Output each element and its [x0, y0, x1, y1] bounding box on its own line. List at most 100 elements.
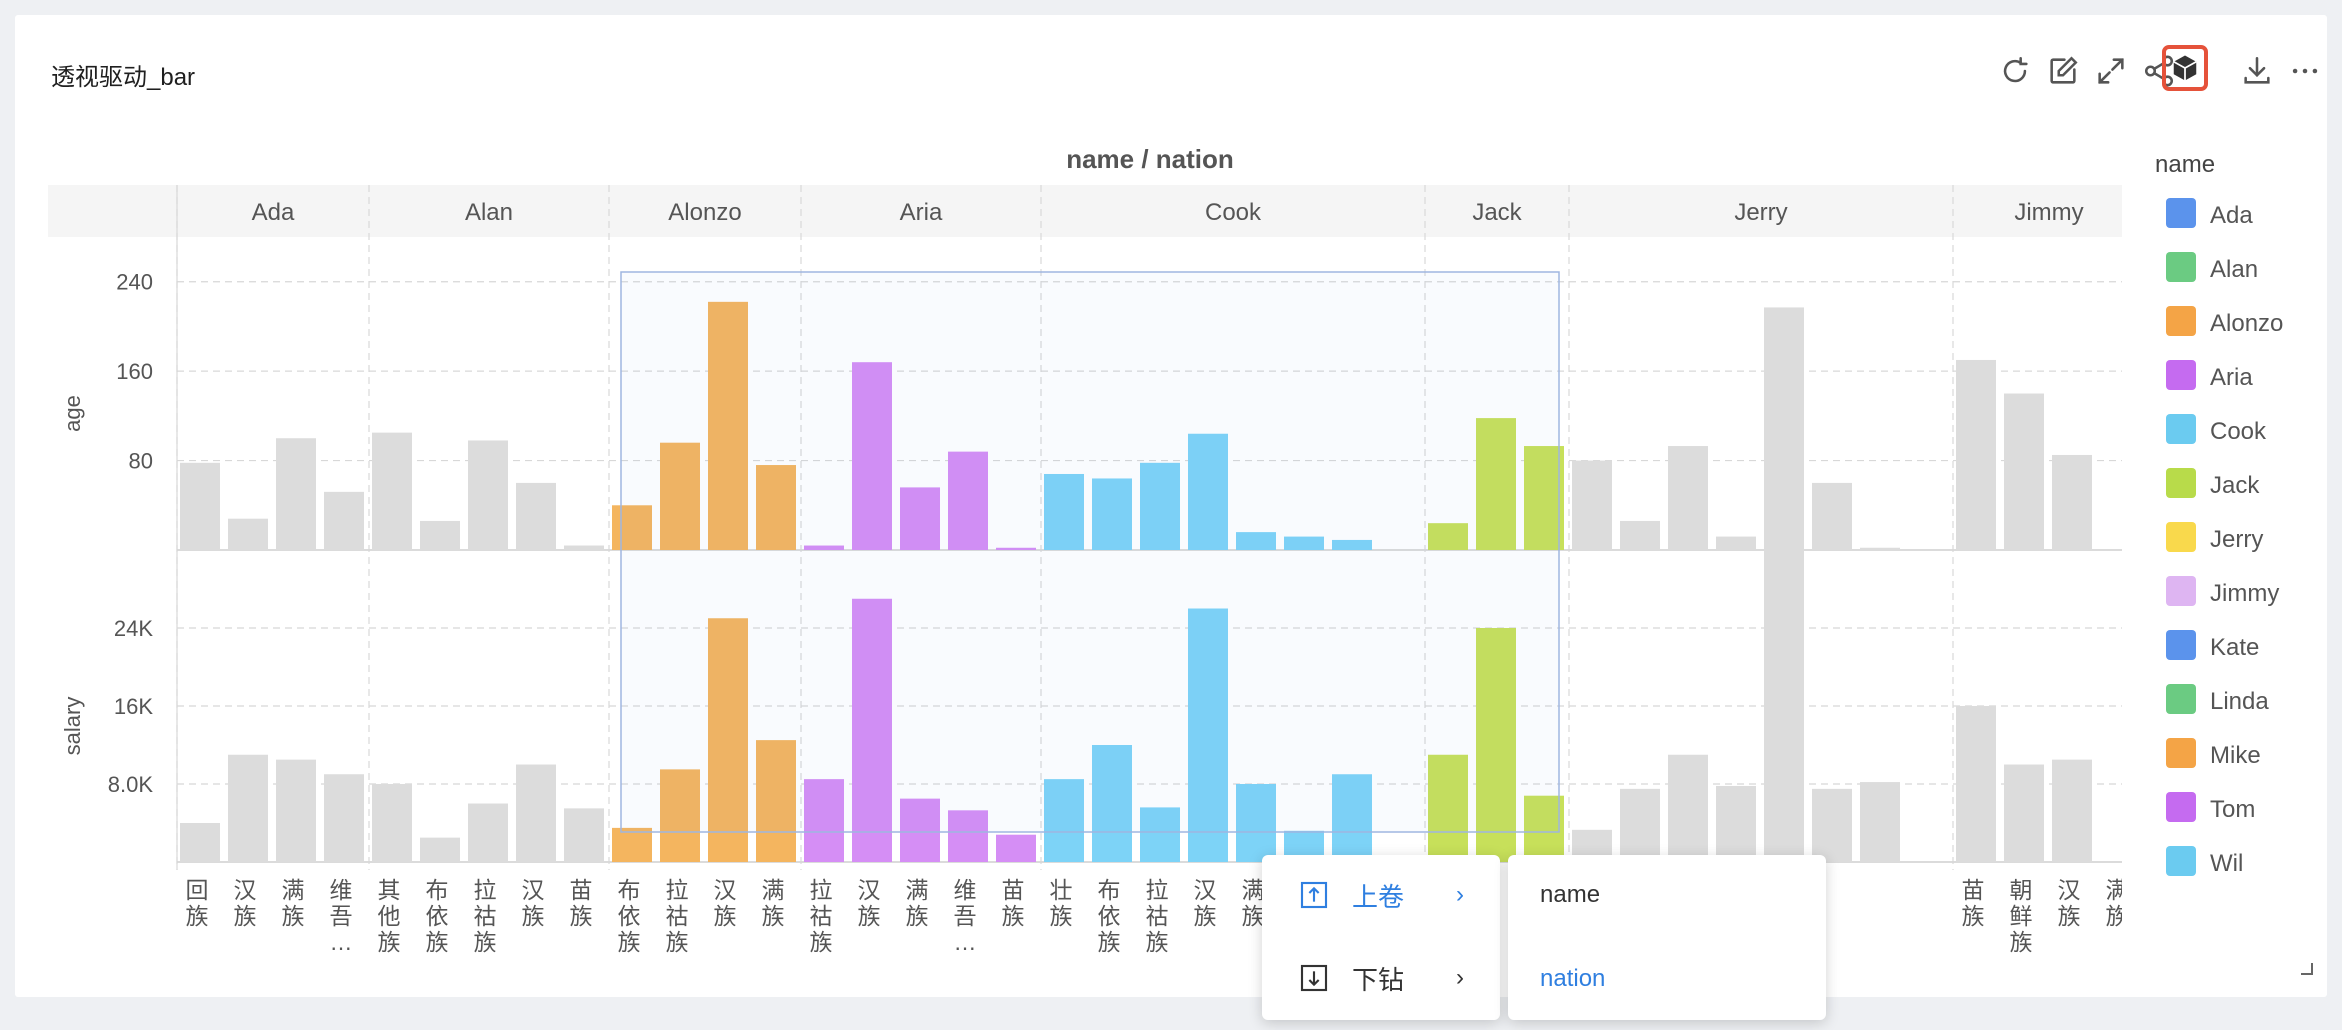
- row-axis-label: age: [60, 395, 85, 432]
- legend-swatch: [2166, 846, 2196, 876]
- chart-main-title: name / nation: [1066, 144, 1234, 174]
- bar: [468, 440, 508, 550]
- y-tick-label: 160: [116, 359, 153, 384]
- bar: [516, 764, 556, 862]
- x-tick-label: 布依族: [618, 877, 641, 955]
- x-tick-label: 其他族: [378, 877, 401, 955]
- bar: [1572, 460, 1612, 550]
- bar: [996, 834, 1036, 862]
- x-tick-label: 苗族: [1962, 877, 1985, 929]
- legend-item-label: Cook: [2210, 418, 2267, 445]
- bar: [1668, 446, 1708, 550]
- bar: [228, 754, 268, 862]
- legend-item-label: Alan: [2210, 256, 2258, 283]
- bar: [372, 784, 412, 862]
- submenu-item-name[interactable]: name: [1508, 867, 1826, 923]
- submenu-item-nation[interactable]: nation: [1508, 951, 1826, 1007]
- bar: [516, 482, 556, 550]
- x-tick-label: 拉祜族: [810, 877, 833, 955]
- x-tick-label: 维吾…: [954, 877, 977, 955]
- legend-swatch: [2166, 414, 2196, 444]
- legend-swatch: [2166, 630, 2196, 660]
- x-tick-label: 拉祜族: [666, 877, 689, 955]
- bar: [1620, 788, 1660, 862]
- column-header-label: Jimmy: [2014, 199, 2083, 226]
- x-tick-label: 汉族: [234, 877, 257, 929]
- row-axis-label: salary: [60, 697, 85, 756]
- bar: [1860, 782, 1900, 862]
- legend-item-label: Wil: [2210, 850, 2243, 877]
- bar: [180, 823, 220, 862]
- bar: [612, 827, 652, 862]
- x-tick-label: 满族: [762, 877, 785, 929]
- x-tick-label: 满族: [2106, 877, 2129, 929]
- legend-item-label: Jimmy: [2210, 580, 2279, 607]
- legend-swatch: [2166, 198, 2196, 228]
- bar: [420, 520, 460, 550]
- bar: [1812, 482, 1852, 550]
- legend-item-label: Aria: [2210, 364, 2253, 391]
- legend-swatch: [2166, 576, 2196, 606]
- legend: name Ada Alan Alonzo Aria Cook Jack Jerry Jimmy K…: [2155, 151, 2283, 877]
- legend-item-label: Jack: [2210, 472, 2260, 499]
- bar: [1716, 785, 1756, 862]
- bar: [1812, 788, 1852, 862]
- x-tick-label: 满族: [282, 877, 305, 929]
- legend-item-label: Ada: [2210, 202, 2253, 229]
- x-tick-label: 汉族: [1194, 877, 1217, 929]
- bar: [2004, 764, 2044, 862]
- bar: [564, 808, 604, 862]
- legend-swatch: [2166, 252, 2196, 282]
- column-header-label: Jerry: [1734, 199, 1787, 226]
- context-menu: 上卷 › 下钻 ›: [1262, 855, 1500, 1020]
- bar: [324, 491, 364, 550]
- menu-item-rollup-label: 上卷: [1352, 881, 1405, 912]
- menu-item-rollup[interactable]: 上卷 ›: [1262, 865, 1500, 925]
- column-header-label: Aria: [900, 199, 943, 226]
- rollup-icon: [1300, 881, 1328, 909]
- legend-item-label: Jerry: [2210, 526, 2263, 553]
- x-tick-label: 汉族: [714, 877, 737, 929]
- x-tick-label: 壮族: [1050, 877, 1073, 929]
- x-tick-label: 回族: [186, 877, 209, 929]
- legend-item-label: Linda: [2210, 688, 2269, 715]
- x-tick-label: 维吾…: [330, 877, 353, 955]
- bar: [1620, 520, 1660, 550]
- y-tick-label: 16K: [114, 694, 153, 719]
- menu-item-drilldown[interactable]: 下钻 ›: [1262, 948, 1500, 1008]
- y-tick-label: 80: [129, 449, 153, 474]
- x-tick-label: 满族: [906, 877, 929, 929]
- legend-item-label: Alonzo: [2210, 310, 2283, 337]
- legend-swatch: [2166, 792, 2196, 822]
- bar: [324, 774, 364, 862]
- bar: [1956, 706, 1996, 862]
- bar: [180, 462, 220, 550]
- bar: [276, 759, 316, 862]
- legend-swatch: [2166, 360, 2196, 390]
- column-header-band: [48, 185, 2122, 237]
- legend-swatch: [2166, 468, 2196, 498]
- bar: [276, 438, 316, 550]
- menu-item-drilldown-label: 下钻: [1352, 964, 1405, 995]
- x-tick-label: 布依族: [426, 877, 449, 955]
- x-tick-label: 拉祜族: [2250, 877, 2273, 955]
- plot-area: Ada回族汉族满族维吾…Alan其他族布依族拉祜族汉族苗族Alonzo布依族拉祜…: [176, 185, 2273, 955]
- x-tick-label: 汉族: [522, 877, 545, 929]
- pivot-bar-chart: name / nationAda回族汉族满族维吾…Alan其他族布依族拉祜族汉族…: [48, 144, 2283, 955]
- bar: [372, 432, 412, 550]
- legend-swatch: [2166, 522, 2196, 552]
- bar: [2052, 454, 2092, 550]
- chevron-right-icon: ›: [1456, 964, 1464, 991]
- x-tick-label: 拉祜族: [1146, 877, 1169, 955]
- x-tick-label: 汉族: [2058, 877, 2081, 929]
- x-tick-label: 布依族: [2202, 877, 2225, 955]
- column-header-label: Jack: [1472, 199, 1522, 226]
- x-tick-label: 苗族: [570, 877, 593, 929]
- bar: [1764, 307, 1804, 550]
- bar: [564, 545, 604, 550]
- legend-item-label: Kate: [2210, 634, 2259, 661]
- bar: [1956, 359, 1996, 550]
- bar: [1764, 550, 1804, 862]
- brush-selection: [620, 271, 1560, 833]
- legend-item-label: Mike: [2210, 742, 2261, 769]
